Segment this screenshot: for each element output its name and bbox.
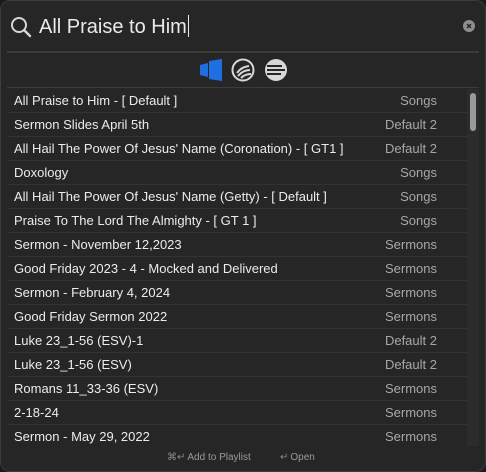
result-library: Sermons [384,381,437,396]
result-row[interactable]: Sermon - May 29, 2022 Sermons [7,425,467,447]
result-library: Songs [400,213,437,228]
result-row[interactable]: All Praise to Him - [ Default ] Songs [7,89,467,113]
result-title: Sermon - February 4, 2024 [14,285,171,300]
result-title: Sermon Slides April 5th [14,117,150,132]
result-title: Luke 23_1-56 (ESV)-1 [14,333,144,348]
result-row[interactable]: All Hail The Power Of Jesus' Name (Getty… [7,185,467,209]
add-to-playlist-label: Add to Playlist [187,452,251,463]
result-title: Luke 23_1-56 (ESV) [14,357,132,372]
result-title: Doxology [14,165,69,180]
result-title: All Hail The Power Of Jesus' Name (Coron… [14,141,344,156]
result-title: Praise To The Lord The Almighty - [ GT 1… [14,213,257,228]
results-list: All Praise to Him - [ Default ] Songs Ser… [7,89,467,447]
slides-library-icon[interactable] [231,58,255,82]
result-title: Romans 11_33-36 (ESV) [14,381,159,396]
add-to-playlist-hint[interactable]: ⌘↵ Add to Playlist [167,452,251,463]
result-row[interactable]: Doxology Songs [7,161,467,185]
result-library: Default 2 [384,357,437,372]
result-row[interactable]: Sermon - November 12,2023 Sermons [7,233,467,257]
open-shortcut-key: ↵ [280,452,289,463]
result-library: Sermons [384,309,437,324]
result-library: Songs [400,189,437,204]
result-title: Good Friday Sermon 2022 [14,309,168,324]
results-scrollbar[interactable] [467,89,479,446]
open-hint[interactable]: ↵ Open [280,452,315,463]
songs-library-icon[interactable] [199,58,223,82]
result-library: Sermons [384,237,437,252]
search-input[interactable]: All Praise to Him [39,11,439,43]
result-library: Songs [400,165,437,180]
result-library: Default 2 [384,141,437,156]
text-caret [187,15,189,37]
sermons-library-icon[interactable] [264,58,288,82]
library-filter-bar [7,51,479,88]
result-library: Default 2 [384,333,437,348]
result-library: Songs [400,93,437,108]
result-row[interactable]: Good Friday Sermon 2022 Sermons [7,305,467,329]
result-row[interactable]: All Hail The Power Of Jesus' Name (Coron… [7,137,467,161]
result-row[interactable]: Praise To The Lord The Almighty - [ GT 1… [7,209,467,233]
result-row[interactable]: 2-18-24 Sermons [7,401,467,425]
search-bar: All Praise to Him [1,1,485,51]
result-title: Sermon - May 29, 2022 [14,429,150,444]
result-title: 2-18-24 [14,405,59,420]
result-library: Default 2 [384,117,437,132]
add-shortcut-keys: ⌘↵ [167,452,186,463]
result-library: Sermons [384,429,437,444]
result-title: Sermon - November 12,2023 [14,237,182,252]
shortcut-footer: ⌘↵ Add to Playlist ↵ Open [1,447,485,471]
open-label: Open [290,452,315,463]
result-title: Good Friday 2023 - 4 - Mocked and Delive… [14,261,278,276]
search-icon [11,17,32,38]
result-row[interactable]: Good Friday 2023 - 4 - Mocked and Delive… [7,257,467,281]
result-library: Sermons [384,285,437,300]
result-row[interactable]: Romans 11_33-36 (ESV) Sermons [7,377,467,401]
clear-search-icon[interactable] [463,20,475,32]
quick-search-panel: All Praise to Him All Praise to Him - [ … [0,0,486,472]
result-library: Sermons [384,405,437,420]
result-row[interactable]: Sermon Slides April 5th Default 2 [7,113,467,137]
result-row[interactable]: Sermon - February 4, 2024 Sermons [7,281,467,305]
result-title: All Praise to Him - [ Default ] [14,93,178,108]
result-library: Sermons [384,261,437,276]
result-row[interactable]: Luke 23_1-56 (ESV) Default 2 [7,353,467,377]
result-row[interactable]: Luke 23_1-56 (ESV)-1 Default 2 [7,329,467,353]
result-title: All Hail The Power Of Jesus' Name (Getty… [14,189,327,204]
search-query: All Praise to Him [39,16,187,38]
scrollbar-thumb[interactable] [470,93,476,131]
